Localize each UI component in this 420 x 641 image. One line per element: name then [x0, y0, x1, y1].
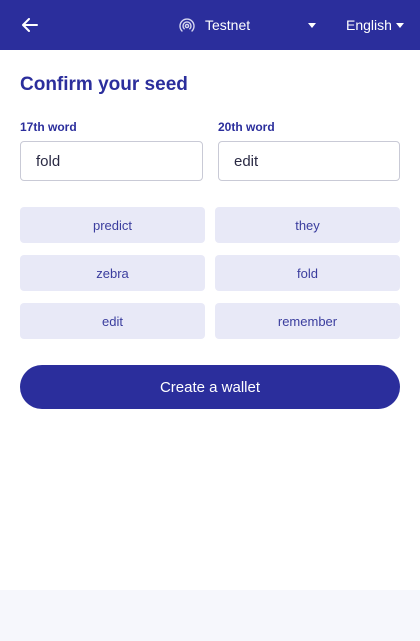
word-20-input[interactable] [218, 141, 400, 181]
language-selector[interactable]: English [346, 0, 408, 50]
back-button[interactable] [18, 13, 42, 37]
top-bar: Testnet English [0, 0, 420, 50]
word-chip-remember[interactable]: remember [215, 303, 400, 339]
create-wallet-button[interactable]: Create a wallet [20, 365, 400, 409]
signal-broadcast-icon [178, 16, 196, 34]
chevron-down-icon [308, 23, 316, 28]
network-selector[interactable]: Testnet [178, 0, 320, 50]
word-chip-fold[interactable]: fold [215, 255, 400, 291]
language-label: English [346, 17, 392, 33]
page-title: Confirm your seed [20, 74, 188, 95]
word-chip-edit[interactable]: edit [20, 303, 205, 339]
network-label: Testnet [205, 17, 251, 33]
chevron-down-icon [396, 23, 404, 28]
word-chip-they[interactable]: they [215, 207, 400, 243]
word-chip-predict[interactable]: predict [20, 207, 205, 243]
arrow-left-icon [22, 18, 38, 32]
word-17-input[interactable] [20, 141, 203, 181]
footer-area [0, 590, 420, 641]
word-20-label: 20th word [218, 120, 275, 134]
word-17-label: 17th word [20, 120, 77, 134]
word-chip-zebra[interactable]: zebra [20, 255, 205, 291]
